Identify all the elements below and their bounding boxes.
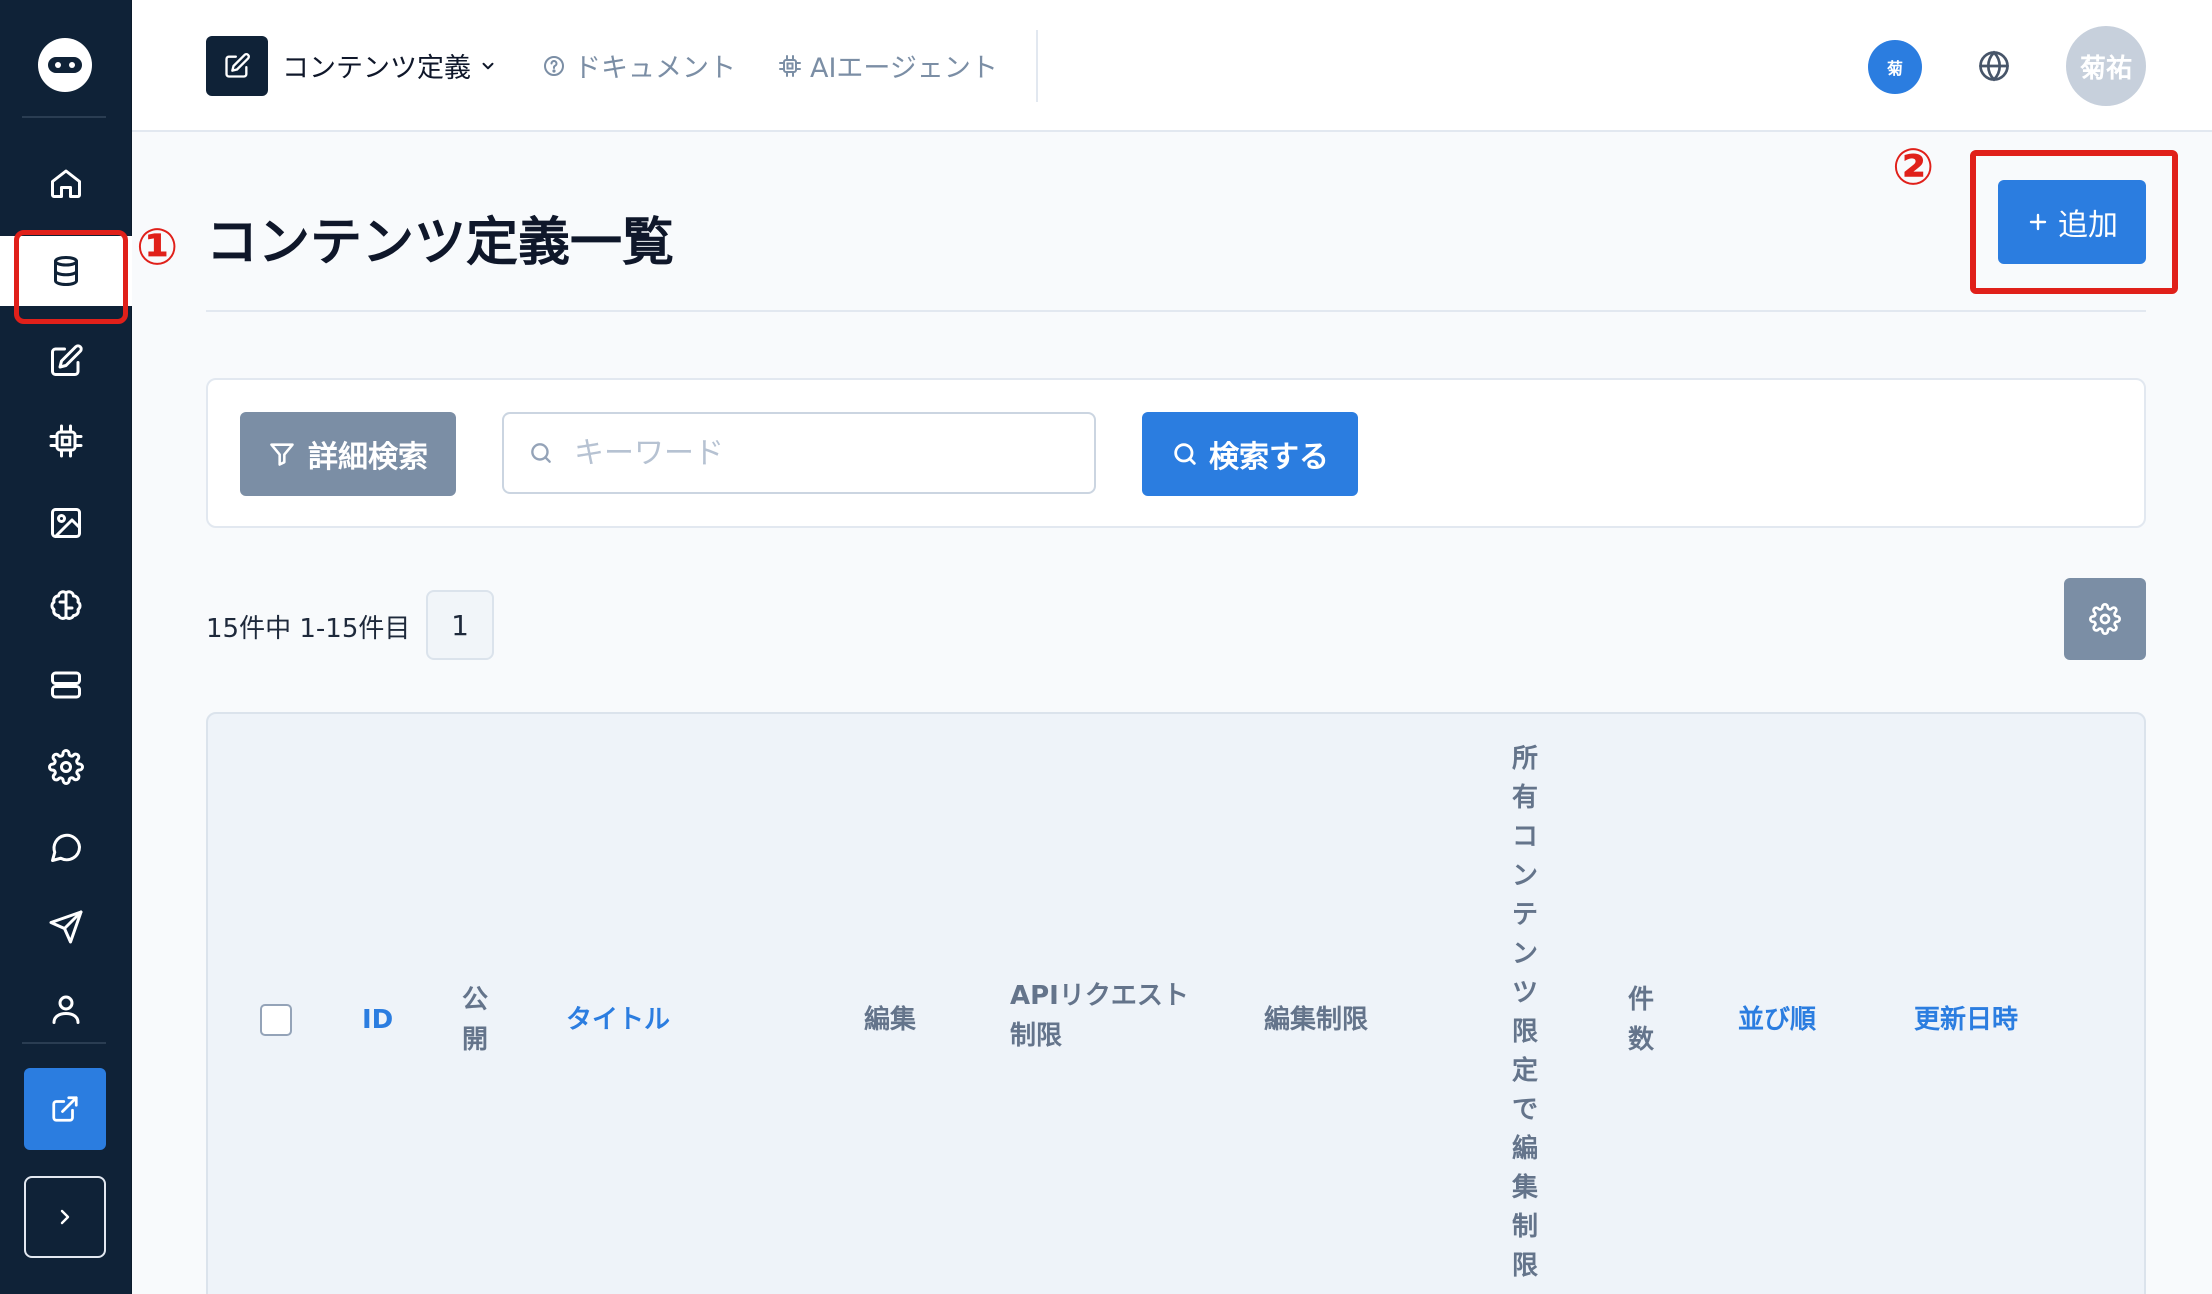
column-header-api-limit-line1: APIリクエスト bbox=[1010, 981, 1189, 1011]
send-icon bbox=[49, 910, 83, 944]
select-all-checkbox[interactable] bbox=[260, 1004, 292, 1036]
chip-icon bbox=[49, 424, 83, 458]
gear-icon bbox=[2089, 603, 2121, 635]
search-icon bbox=[1174, 443, 1196, 465]
add-button[interactable]: 追加 bbox=[1998, 180, 2146, 264]
sidebar-item-user[interactable] bbox=[0, 974, 132, 1044]
chevron-right-icon bbox=[60, 1209, 70, 1225]
server-icon bbox=[51, 671, 81, 699]
search-submit-label: 検索する bbox=[1209, 440, 1329, 475]
brain-icon bbox=[50, 590, 82, 620]
search-icon bbox=[531, 443, 551, 463]
external-link-icon bbox=[52, 1096, 78, 1122]
keyword-input[interactable] bbox=[574, 435, 1054, 471]
app-logo[interactable] bbox=[38, 38, 92, 92]
section-switcher[interactable]: コンテンツ定義 bbox=[282, 46, 497, 85]
result-count: 15件中 1-15件目 bbox=[206, 614, 411, 644]
add-button-label: 追加 bbox=[2058, 208, 2118, 243]
column-header-owner-edit-limit: 所有コンテンツ限定で編集制限 bbox=[1511, 744, 1538, 1281]
annotation-marker-2: ② bbox=[1892, 138, 1935, 196]
sidebar-item-ai[interactable] bbox=[0, 406, 132, 476]
language-button[interactable] bbox=[1976, 48, 2012, 88]
top-header: コンテンツ定義 ドキュメント AIエージェント 菊 菊祐 bbox=[132, 0, 2212, 132]
database-icon bbox=[54, 256, 78, 287]
table-settings-button[interactable] bbox=[2064, 578, 2146, 660]
workspace-badge[interactable]: 菊 bbox=[1868, 40, 1922, 94]
ninja-logo-icon bbox=[48, 57, 82, 73]
plus-icon bbox=[2029, 213, 2047, 231]
ai-agent-link[interactable]: AIエージェント bbox=[778, 46, 998, 85]
column-header-api-limit-line2: 制限 bbox=[1010, 1021, 1063, 1051]
column-header-count: 件数 bbox=[1627, 985, 1654, 1055]
gear-icon bbox=[48, 749, 84, 785]
chat-icon bbox=[51, 833, 81, 862]
column-header-published: 公開 bbox=[461, 985, 488, 1055]
globe-icon bbox=[1979, 50, 2009, 82]
search-panel: 詳細検索 検索する bbox=[206, 378, 2146, 528]
ai-agent-link-label: AIエージェント bbox=[810, 53, 998, 84]
search-field[interactable] bbox=[502, 412, 1096, 494]
sidebar-item-content-definitions[interactable] bbox=[0, 230, 132, 324]
column-header-edit: 編集 bbox=[864, 1005, 917, 1035]
column-header-updated[interactable]: 更新日時 bbox=[1914, 1000, 2018, 1040]
column-header-id[interactable]: ID bbox=[362, 1000, 393, 1040]
home-icon bbox=[51, 169, 81, 198]
page-number-button[interactable]: 1 bbox=[426, 590, 494, 660]
advanced-search-label: 詳細検索 bbox=[308, 440, 428, 475]
column-header-order[interactable]: 並び順 bbox=[1738, 1000, 1816, 1040]
sidebar-divider bbox=[22, 116, 106, 118]
search-submit-button[interactable]: 検索する bbox=[1142, 412, 1358, 496]
chevron-down-icon bbox=[482, 62, 494, 69]
annotation-marker-1: ① bbox=[136, 218, 179, 276]
filter-icon bbox=[270, 443, 294, 466]
section-switcher-label: コンテンツ定義 bbox=[282, 53, 471, 84]
sidebar-item-settings[interactable] bbox=[0, 732, 132, 802]
image-icon bbox=[51, 508, 81, 538]
sidebar bbox=[0, 0, 132, 1294]
chip-icon bbox=[779, 54, 801, 77]
column-header-edit-limit: 編集制限 bbox=[1264, 1005, 1369, 1035]
sidebar-item-server[interactable] bbox=[0, 650, 132, 720]
section-icon-box bbox=[206, 36, 268, 96]
sidebar-divider-bottom bbox=[22, 1042, 106, 1044]
open-external-button[interactable] bbox=[24, 1068, 106, 1150]
sidebar-item-media[interactable] bbox=[0, 488, 132, 558]
sidebar-item-home[interactable] bbox=[0, 148, 132, 218]
user-avatar[interactable]: 菊祐 bbox=[2066, 26, 2146, 106]
sidebar-item-chat[interactable] bbox=[0, 812, 132, 882]
docs-link[interactable]: ドキュメント bbox=[542, 46, 736, 85]
column-header-title[interactable]: タイトル bbox=[566, 1000, 670, 1040]
advanced-search-button[interactable]: 詳細検索 bbox=[240, 412, 456, 496]
content-definitions-table: ID 公開 タイトル 編集 APIリクエスト 制限 編集制限 所有コンテンツ限定… bbox=[206, 712, 2146, 1294]
user-icon bbox=[52, 995, 80, 1024]
title-divider bbox=[206, 310, 2146, 312]
edit-icon bbox=[51, 344, 83, 376]
page-title: コンテンツ定義一覧 bbox=[206, 213, 675, 273]
sidebar-item-send[interactable] bbox=[0, 892, 132, 962]
help-circle-icon bbox=[544, 55, 564, 76]
sidebar-item-brain[interactable] bbox=[0, 570, 132, 640]
column-header-api-limit: APIリクエスト 制限 bbox=[1010, 976, 1189, 1056]
sidebar-expand-button[interactable] bbox=[24, 1176, 106, 1258]
header-separator bbox=[1036, 30, 1038, 102]
sidebar-item-contents[interactable] bbox=[0, 326, 132, 396]
edit-icon bbox=[225, 53, 250, 78]
docs-link-label: ドキュメント bbox=[574, 53, 736, 84]
